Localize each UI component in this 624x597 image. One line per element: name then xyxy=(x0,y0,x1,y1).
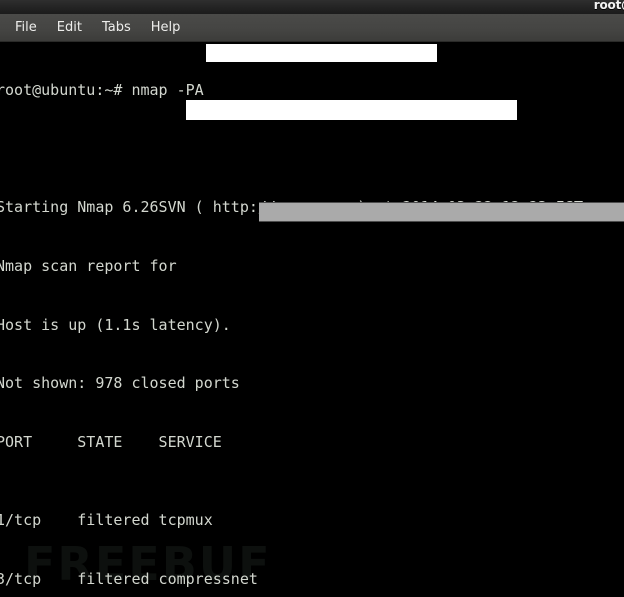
terminal-screen[interactable]: FREEBUF root@ubuntu:~# nmap -PA Starting… xyxy=(0,42,624,597)
port-table-row: 1/tcp filtered tcpmux xyxy=(0,511,213,530)
terminal-host-line: Host is up (1.1s latency). xyxy=(0,315,231,334)
window-title: root@ubu xyxy=(593,0,624,12)
terminal-notshown-line: Not shown: 978 closed ports xyxy=(0,374,240,393)
redacted-trailing-output xyxy=(259,202,624,222)
terminal-prompt-line: root@ubuntu:~# nmap -PA xyxy=(0,81,204,100)
terminal-window: root@ubu File Edit Tabs Help FREEBUF roo… xyxy=(0,0,624,597)
window-titlebar: root@ubu xyxy=(0,0,624,14)
menubar: File Edit Tabs Help xyxy=(0,14,624,42)
menu-tabs[interactable]: Tabs xyxy=(92,18,141,38)
menu-edit[interactable]: Edit xyxy=(47,18,92,38)
redacted-target-host-in-command xyxy=(206,44,437,62)
terminal-blank-line-1 xyxy=(0,140,624,160)
port-table-header: PORT STATE SERVICE xyxy=(0,432,222,451)
menu-help[interactable]: Help xyxy=(141,18,191,38)
port-table-row: 3/tcp filtered compressnet xyxy=(0,569,258,588)
terminal-report-line: Nmap scan report for xyxy=(0,257,186,276)
redacted-target-host-in-report xyxy=(186,100,517,120)
terminal-output: root@ubuntu:~# nmap -PA Starting Nmap 6.… xyxy=(0,42,624,597)
menu-file[interactable]: File xyxy=(5,18,47,38)
